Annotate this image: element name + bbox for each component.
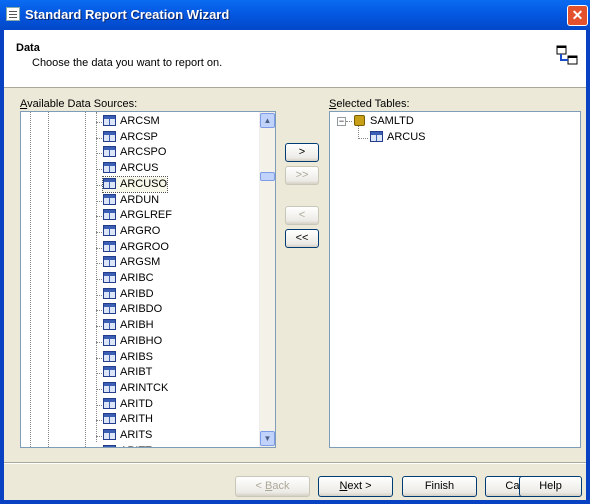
table-icon [103, 209, 116, 221]
available-list-item[interactable]: ARIBDO [103, 302, 162, 317]
available-list-scrollbar[interactable]: ▲ ▼ [259, 112, 275, 447]
available-list-item[interactable]: ARIBT [103, 365, 152, 380]
available-list-item[interactable]: ARIBHO [103, 334, 162, 349]
title-bar: Standard Report Creation Wizard ✕ [0, 0, 590, 30]
table-icon [103, 256, 116, 268]
table-icon [103, 193, 116, 205]
table-icon [103, 162, 116, 174]
close-button[interactable]: ✕ [567, 5, 588, 26]
scroll-up-button[interactable]: ▲ [260, 113, 275, 128]
available-list-item[interactable]: ARIBH [103, 318, 154, 333]
scroll-thumb[interactable] [260, 172, 275, 181]
page-subtitle: Choose the data you want to report on. [32, 57, 223, 69]
table-icon [103, 413, 116, 425]
table-icon [103, 303, 116, 315]
available-list-item[interactable]: ARIBS [103, 350, 153, 365]
available-data-sources-list[interactable]: ARCSM ARCSP ARCSPO ARCUS ARCUSO ARDUN ARGLREF A… [20, 111, 276, 448]
available-list-item[interactable]: ARIBC [103, 271, 154, 286]
table-icon [103, 272, 116, 283]
available-list-item[interactable]: ARDUN [103, 193, 159, 208]
table-icon [103, 319, 116, 331]
window-title: Standard Report Creation Wizard [25, 7, 230, 22]
selected-label: Selected Tables: [329, 98, 410, 110]
available-list-item[interactable]: ARCUSO [101, 175, 169, 193]
table-icon [103, 146, 116, 158]
available-list-item[interactable]: ARCSP [103, 130, 158, 145]
available-list-item[interactable]: ARGROO [103, 240, 169, 255]
add-table-button[interactable]: > [285, 143, 319, 162]
table-icon [103, 130, 116, 142]
table-icon [103, 177, 116, 189]
tree-root-samltd[interactable]: SAMLTD [354, 114, 414, 129]
available-list-item[interactable]: ARCUS [103, 161, 159, 176]
available-list-item[interactable]: ARGLREF [103, 208, 172, 223]
table-icon [103, 444, 116, 447]
available-list-item[interactable]: ARITS [103, 428, 152, 443]
available-list-item[interactable]: ARCSM [103, 114, 160, 129]
page-title: Data [16, 42, 40, 54]
bottom-separator [4, 462, 586, 464]
selected-tables-list[interactable]: − SAMLTD ARCUS [329, 111, 581, 448]
available-list-item[interactable]: ARITT [103, 444, 152, 447]
selected-table-item[interactable]: ARCUS [370, 130, 426, 145]
remove-all-tables-button[interactable]: << [285, 229, 319, 248]
table-icon [103, 287, 116, 299]
table-icon [103, 350, 116, 362]
table-icon [103, 397, 116, 409]
table-icon [103, 429, 116, 440]
table-icon [370, 131, 383, 142]
available-list-item[interactable]: ARCSPO [103, 145, 166, 160]
collapse-toggle[interactable]: − [337, 117, 346, 126]
wizard-header: Data Choose the data you want to report … [4, 30, 586, 88]
scroll-down-button[interactable]: ▼ [260, 431, 275, 446]
database-icon [354, 115, 365, 126]
table-icon [103, 224, 116, 236]
wizard-window: Standard Report Creation Wizard ✕ Data C… [0, 0, 590, 504]
available-list-item[interactable]: ARINTCK [103, 381, 168, 396]
table-icon [103, 334, 116, 346]
available-list-item[interactable]: ARIBD [103, 287, 154, 302]
table-icon [103, 366, 116, 378]
available-list-item[interactable]: ARITH [103, 412, 153, 427]
app-icon [6, 7, 20, 21]
available-list-item[interactable]: ARGRO [103, 224, 160, 239]
back-button[interactable]: < Back [235, 476, 310, 497]
available-label: Available Data Sources: [20, 98, 138, 110]
table-icon [103, 115, 116, 126]
available-list-item[interactable]: ARGSM [103, 255, 160, 270]
finish-button[interactable]: Finish [402, 476, 477, 497]
next-button[interactable]: Next > [318, 476, 393, 497]
table-icon [103, 240, 116, 252]
table-icon [103, 381, 116, 393]
tables-link-icon [556, 45, 578, 65]
add-all-tables-button[interactable]: >> [285, 166, 319, 185]
available-list-item[interactable]: ARITD [103, 397, 153, 412]
remove-table-button[interactable]: < [285, 206, 319, 225]
help-button[interactable]: Help [519, 476, 582, 497]
